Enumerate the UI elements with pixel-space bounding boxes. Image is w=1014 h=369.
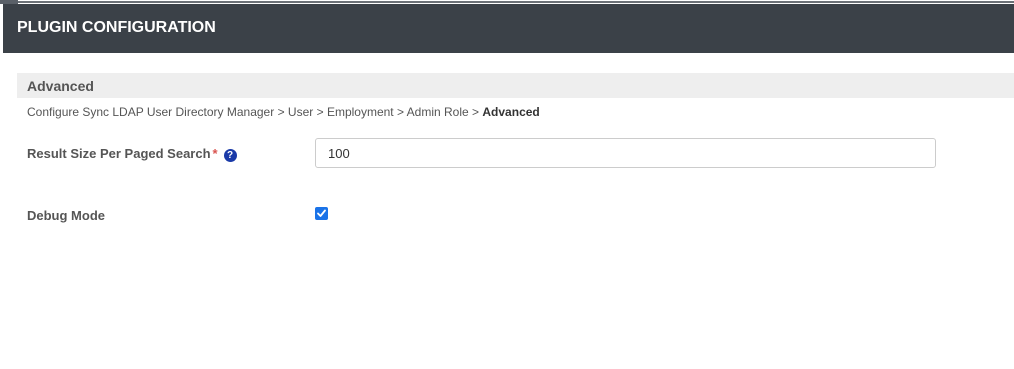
breadcrumb-separator: > (396, 105, 407, 119)
breadcrumb-item[interactable]: Employment (327, 105, 394, 119)
question-circle-icon[interactable]: ? (223, 149, 237, 162)
result-size-label: Result Size Per Paged Search *? (27, 146, 237, 162)
breadcrumb-separator: > (472, 105, 483, 119)
breadcrumb-separator: > (316, 105, 327, 119)
breadcrumb: Configure Sync LDAP User Directory Manag… (27, 105, 540, 119)
top-strip-line (18, 1, 1014, 3)
page-header: PLUGIN CONFIGURATION (3, 4, 1014, 53)
result-size-label-text: Result Size Per Paged Search (27, 146, 211, 161)
page-title: PLUGIN CONFIGURATION (17, 19, 216, 36)
debug-mode-label: Debug Mode (27, 208, 105, 223)
result-size-input[interactable] (315, 138, 936, 168)
breadcrumb-item[interactable]: Configure Sync LDAP User Directory Manag… (27, 105, 274, 119)
required-marker: * (212, 146, 218, 161)
breadcrumb-item[interactable]: User (288, 105, 313, 119)
checkmark-icon (317, 209, 326, 217)
debug-mode-checkbox[interactable] (315, 207, 328, 220)
breadcrumb-current: Advanced (482, 105, 540, 119)
breadcrumb-item[interactable]: Admin Role (407, 105, 469, 119)
breadcrumb-separator: > (277, 105, 288, 119)
section-title: Advanced (27, 78, 94, 94)
section-header: Advanced (17, 73, 1014, 98)
